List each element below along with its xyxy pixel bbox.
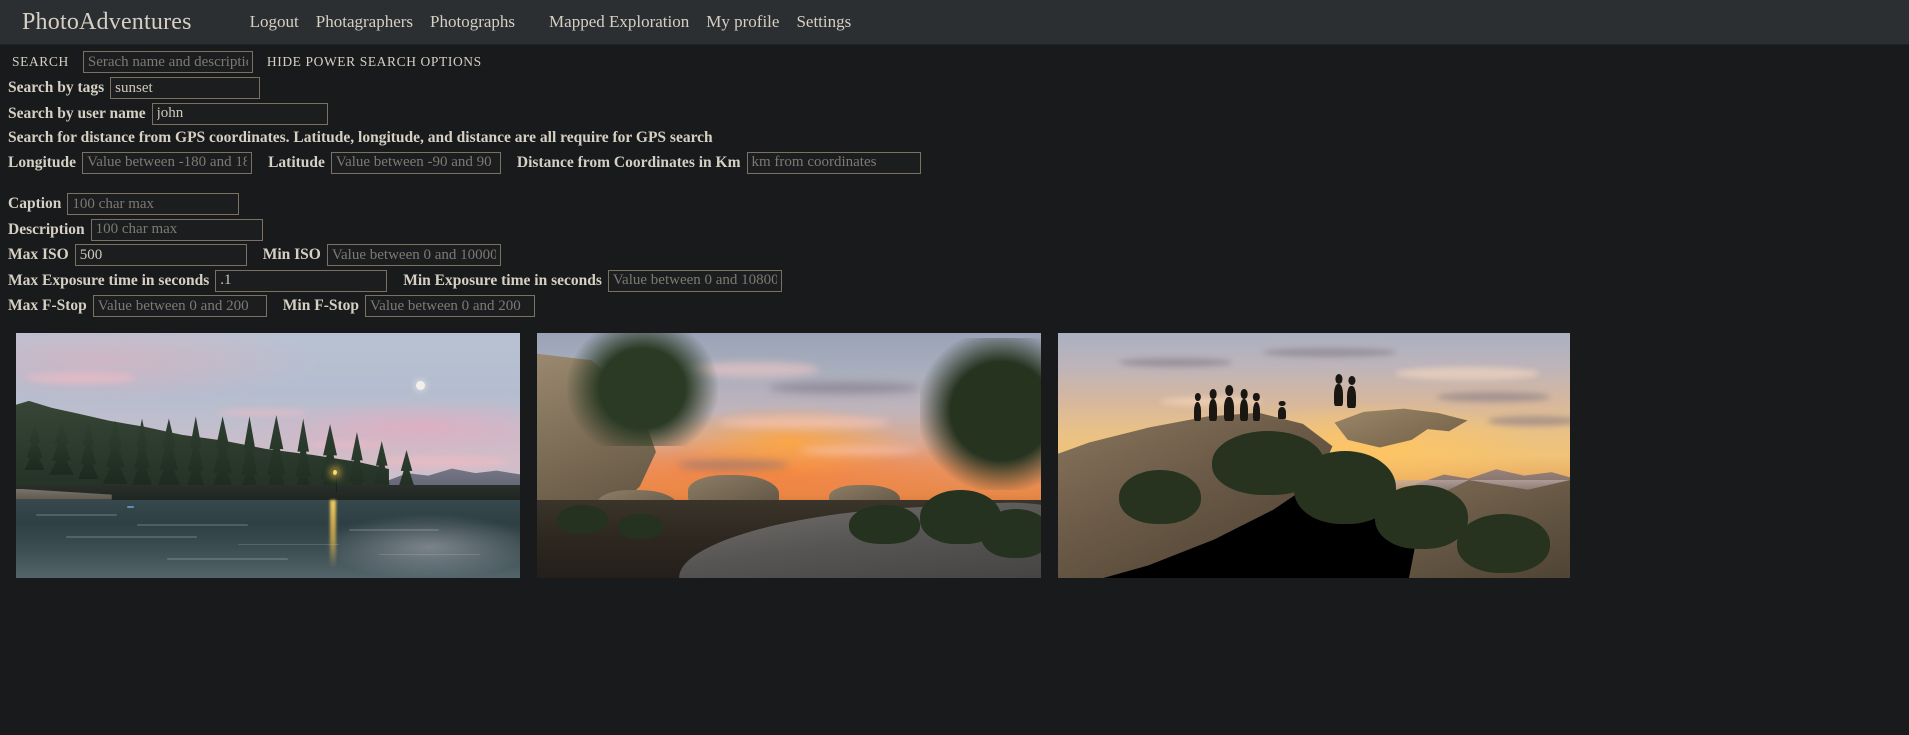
- max-iso-input[interactable]: [74, 244, 247, 266]
- user-name-input[interactable]: [151, 102, 328, 125]
- label-description: Description: [8, 220, 85, 238]
- label-search-by-user-name: Search by user name: [8, 104, 146, 122]
- nav-link-photographers[interactable]: Photagraphers: [316, 12, 413, 32]
- label-max-iso: Max ISO: [8, 246, 69, 263]
- description-input[interactable]: [90, 218, 263, 241]
- photo-overlook-sunset[interactable]: [1058, 333, 1570, 578]
- row-exposure: Max Exposure time in seconds Min Exposur…: [8, 269, 1901, 292]
- distance-input[interactable]: [746, 151, 921, 174]
- row-gps: Longitude Latitude Distance from Coordin…: [8, 151, 1901, 174]
- nav-link-mapped-exploration[interactable]: Mapped Exploration: [549, 12, 689, 32]
- photo-overlook-sunset-image: [1058, 333, 1570, 578]
- longitude-input[interactable]: [82, 151, 253, 174]
- label-distance-from-coordinates: Distance from Coordinates in Km: [516, 153, 741, 171]
- photo-gallery: [0, 323, 1909, 578]
- gps-search-note: Search for distance from GPS coordinates…: [8, 128, 713, 146]
- min-exposure-input[interactable]: [607, 269, 782, 292]
- nav-links: Logout Photagraphers Photographs Mapped …: [250, 12, 852, 32]
- row-fstop: Max F-Stop Min F-Stop: [8, 295, 1901, 317]
- nav-link-logout[interactable]: Logout: [250, 12, 299, 32]
- toggle-power-search-button[interactable]: Hide power search options: [263, 52, 486, 72]
- max-exposure-input[interactable]: [215, 269, 388, 292]
- row-user-name: Search by user name: [8, 102, 1901, 125]
- max-fstop-input[interactable]: [92, 295, 267, 317]
- latitude-input[interactable]: [330, 151, 501, 174]
- photo-road-sunset[interactable]: [537, 333, 1041, 578]
- nav-link-settings[interactable]: Settings: [796, 12, 851, 32]
- label-min-iso: Min ISO: [262, 246, 321, 263]
- label-caption: Caption: [8, 195, 62, 212]
- label-latitude: Latitude: [268, 153, 325, 171]
- label-longitude: Longitude: [8, 153, 77, 171]
- row-caption: Caption: [8, 193, 1901, 215]
- row-tags: Search by tags: [8, 77, 1901, 99]
- search-input[interactable]: [82, 51, 253, 73]
- row-description: Description: [8, 218, 1901, 241]
- label-min-fstop: Min F-Stop: [282, 297, 360, 314]
- photo-lake-dusk[interactable]: [16, 333, 520, 578]
- photo-road-sunset-image: [537, 333, 1041, 578]
- navbar: PhotoAdventures Logout Photagraphers Pho…: [0, 0, 1909, 45]
- power-search-form: Search by tags Search by user name Searc…: [0, 77, 1909, 317]
- row-iso: Max ISO Min ISO: [8, 244, 1901, 266]
- label-min-exposure: Min Exposure time in seconds: [403, 271, 602, 289]
- tags-input[interactable]: [110, 77, 261, 99]
- brand-logo[interactable]: PhotoAdventures: [22, 9, 192, 36]
- min-fstop-input[interactable]: [365, 295, 536, 317]
- label-search-by-tags: Search by tags: [8, 79, 105, 96]
- form-spacer: [8, 177, 1901, 193]
- label-max-fstop: Max F-Stop: [8, 297, 87, 314]
- search-bar: Search Hide power search options: [0, 45, 1909, 77]
- caption-input[interactable]: [67, 193, 240, 215]
- nav-link-my-profile[interactable]: My profile: [706, 12, 779, 32]
- label-max-exposure: Max Exposure time in seconds: [8, 271, 210, 289]
- nav-link-photographs[interactable]: Photographs: [430, 12, 515, 32]
- photo-lake-dusk-image: [16, 333, 520, 578]
- min-iso-input[interactable]: [326, 244, 501, 266]
- search-button[interactable]: Search: [8, 52, 73, 72]
